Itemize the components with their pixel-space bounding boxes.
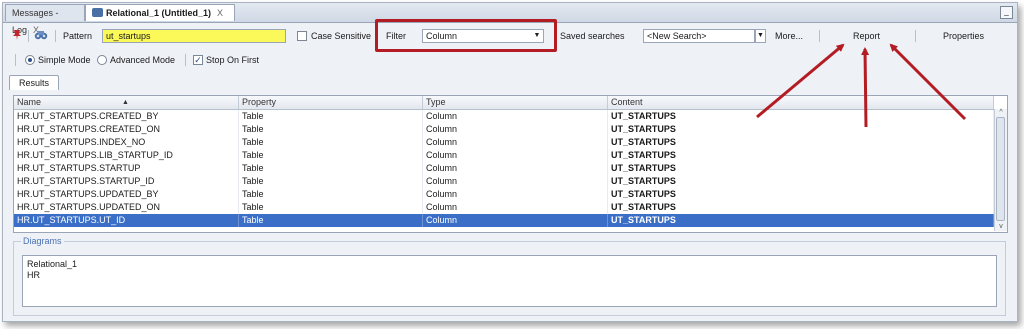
search-window: Messages - LogX Relational_1 (Untitled_1…: [2, 2, 1018, 322]
annotation-arrow-left: [756, 43, 845, 119]
annotation-arrow-middle: [861, 47, 870, 128]
annotation-arrows: [756, 43, 967, 128]
annotation-arrow-right: [889, 43, 967, 121]
